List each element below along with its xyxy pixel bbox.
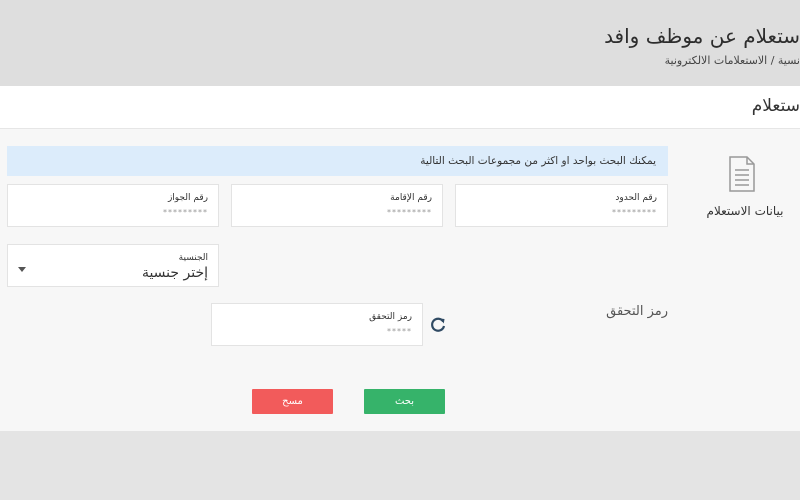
residency-number-field[interactable]: رقم الإقامة ********* xyxy=(231,184,443,227)
residency-number-label: رقم الإقامة xyxy=(390,193,432,203)
captcha-label: رمز التحقق xyxy=(369,312,412,322)
page-header: ستعلام عن موظف وافد نسية / الاستعلامات ا… xyxy=(0,0,800,86)
passport-number-label: رقم الجواز xyxy=(167,193,208,203)
page-title: ستعلام عن موظف وافد xyxy=(604,24,800,48)
inquiry-card: ستعلام يمكنك البحث بواحد او اكثر من مجمو… xyxy=(0,86,800,431)
nationality-select[interactable]: الجنسية إختر جنسية xyxy=(7,244,219,287)
card-title: ستعلام xyxy=(751,96,800,116)
nationality-label: الجنسية xyxy=(178,253,208,263)
breadcrumb[interactable]: نسية / الاستعلامات الالكترونية xyxy=(665,54,800,67)
document-icon xyxy=(729,156,755,192)
inquiry-data-label: بيانات الاستعلام xyxy=(706,204,784,218)
captcha-field[interactable]: رمز التحقق ***** xyxy=(211,303,423,346)
nationality-selected-value[interactable]: إختر جنسية xyxy=(142,265,208,281)
passport-number-field[interactable]: رقم الجواز ********* xyxy=(7,184,219,227)
refresh-icon[interactable] xyxy=(429,316,447,334)
captcha-section-label: رمز التحقق xyxy=(606,304,668,319)
border-number-field[interactable]: رقم الحدود ********* xyxy=(455,184,668,227)
search-button[interactable]: بحث xyxy=(364,389,445,414)
border-number-label: رقم الحدود xyxy=(615,193,657,203)
captcha-input[interactable]: ***** xyxy=(387,327,412,336)
chevron-down-icon[interactable] xyxy=(18,267,26,272)
clear-button[interactable]: مسح xyxy=(252,389,333,414)
residency-number-input[interactable]: ********* xyxy=(387,208,432,217)
passport-number-input[interactable]: ********* xyxy=(163,208,208,217)
info-alert: يمكنك البحث بواحد او اكثر من مجموعات الب… xyxy=(7,146,668,176)
card-header: ستعلام xyxy=(0,86,800,129)
border-number-input[interactable]: ********* xyxy=(612,208,657,217)
